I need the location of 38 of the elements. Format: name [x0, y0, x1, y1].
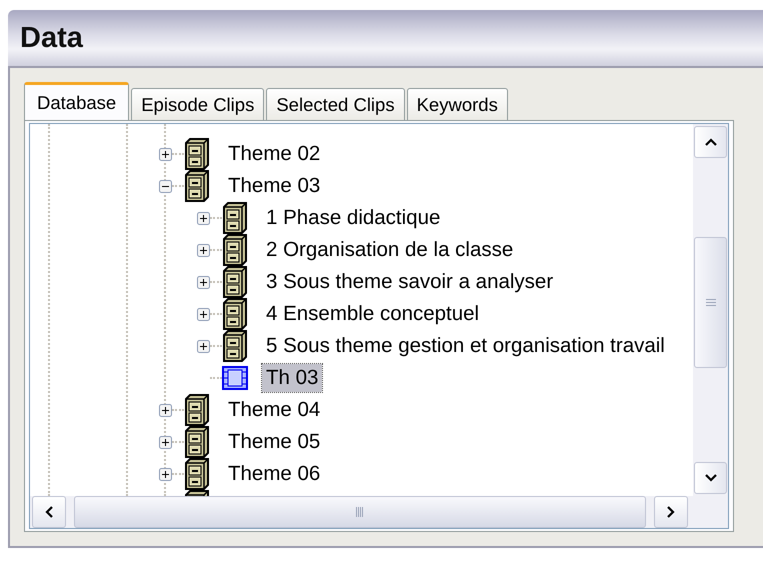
file-cabinet-icon [222, 234, 248, 266]
chevron-left-icon [45, 506, 53, 518]
file-cabinet-icon [222, 266, 248, 298]
file-cabinet-icon [184, 170, 210, 202]
expand-toggle[interactable] [197, 276, 210, 288]
file-cabinet-icon [222, 298, 248, 330]
scroll-right-button[interactable] [654, 496, 688, 528]
file-cabinet-icon [222, 202, 248, 234]
window-title: Data [20, 22, 83, 54]
expand-toggle[interactable] [159, 468, 172, 480]
tree-item[interactable]: Th 03 [262, 364, 322, 392]
expand-toggle[interactable] [197, 212, 210, 224]
file-cabinet-icon [184, 138, 210, 170]
expand-toggle[interactable] [159, 436, 172, 448]
expand-toggle[interactable] [159, 148, 172, 160]
scroll-up-button[interactable] [694, 126, 727, 158]
scroll-left-button[interactable] [32, 496, 66, 528]
tab[interactable]: Database [24, 82, 130, 120]
horizontal-scrollbar[interactable] [29, 496, 729, 529]
chevron-up-icon [704, 138, 716, 146]
file-cabinet-icon [184, 394, 210, 426]
expand-toggle[interactable] [159, 404, 172, 416]
expand-toggle[interactable] [197, 308, 210, 320]
expand-toggle[interactable] [197, 244, 210, 256]
chevron-down-icon [704, 474, 716, 482]
expand-toggle[interactable] [197, 340, 210, 352]
vertical-scrollbar[interactable] [693, 124, 728, 496]
file-cabinet-icon [222, 330, 248, 362]
tab[interactable]: Keywords [406, 88, 508, 120]
file-cabinet-icon [184, 426, 210, 458]
chevron-right-icon [667, 506, 675, 518]
tab[interactable]: Selected Clips [266, 88, 405, 120]
film-icon [222, 366, 248, 390]
scroll-thumb[interactable] [74, 496, 646, 528]
scroll-down-button[interactable] [694, 462, 727, 494]
tab[interactable]: Episode Clips [131, 88, 264, 120]
collapse-toggle[interactable] [159, 180, 172, 192]
scroll-thumb[interactable] [694, 237, 727, 368]
